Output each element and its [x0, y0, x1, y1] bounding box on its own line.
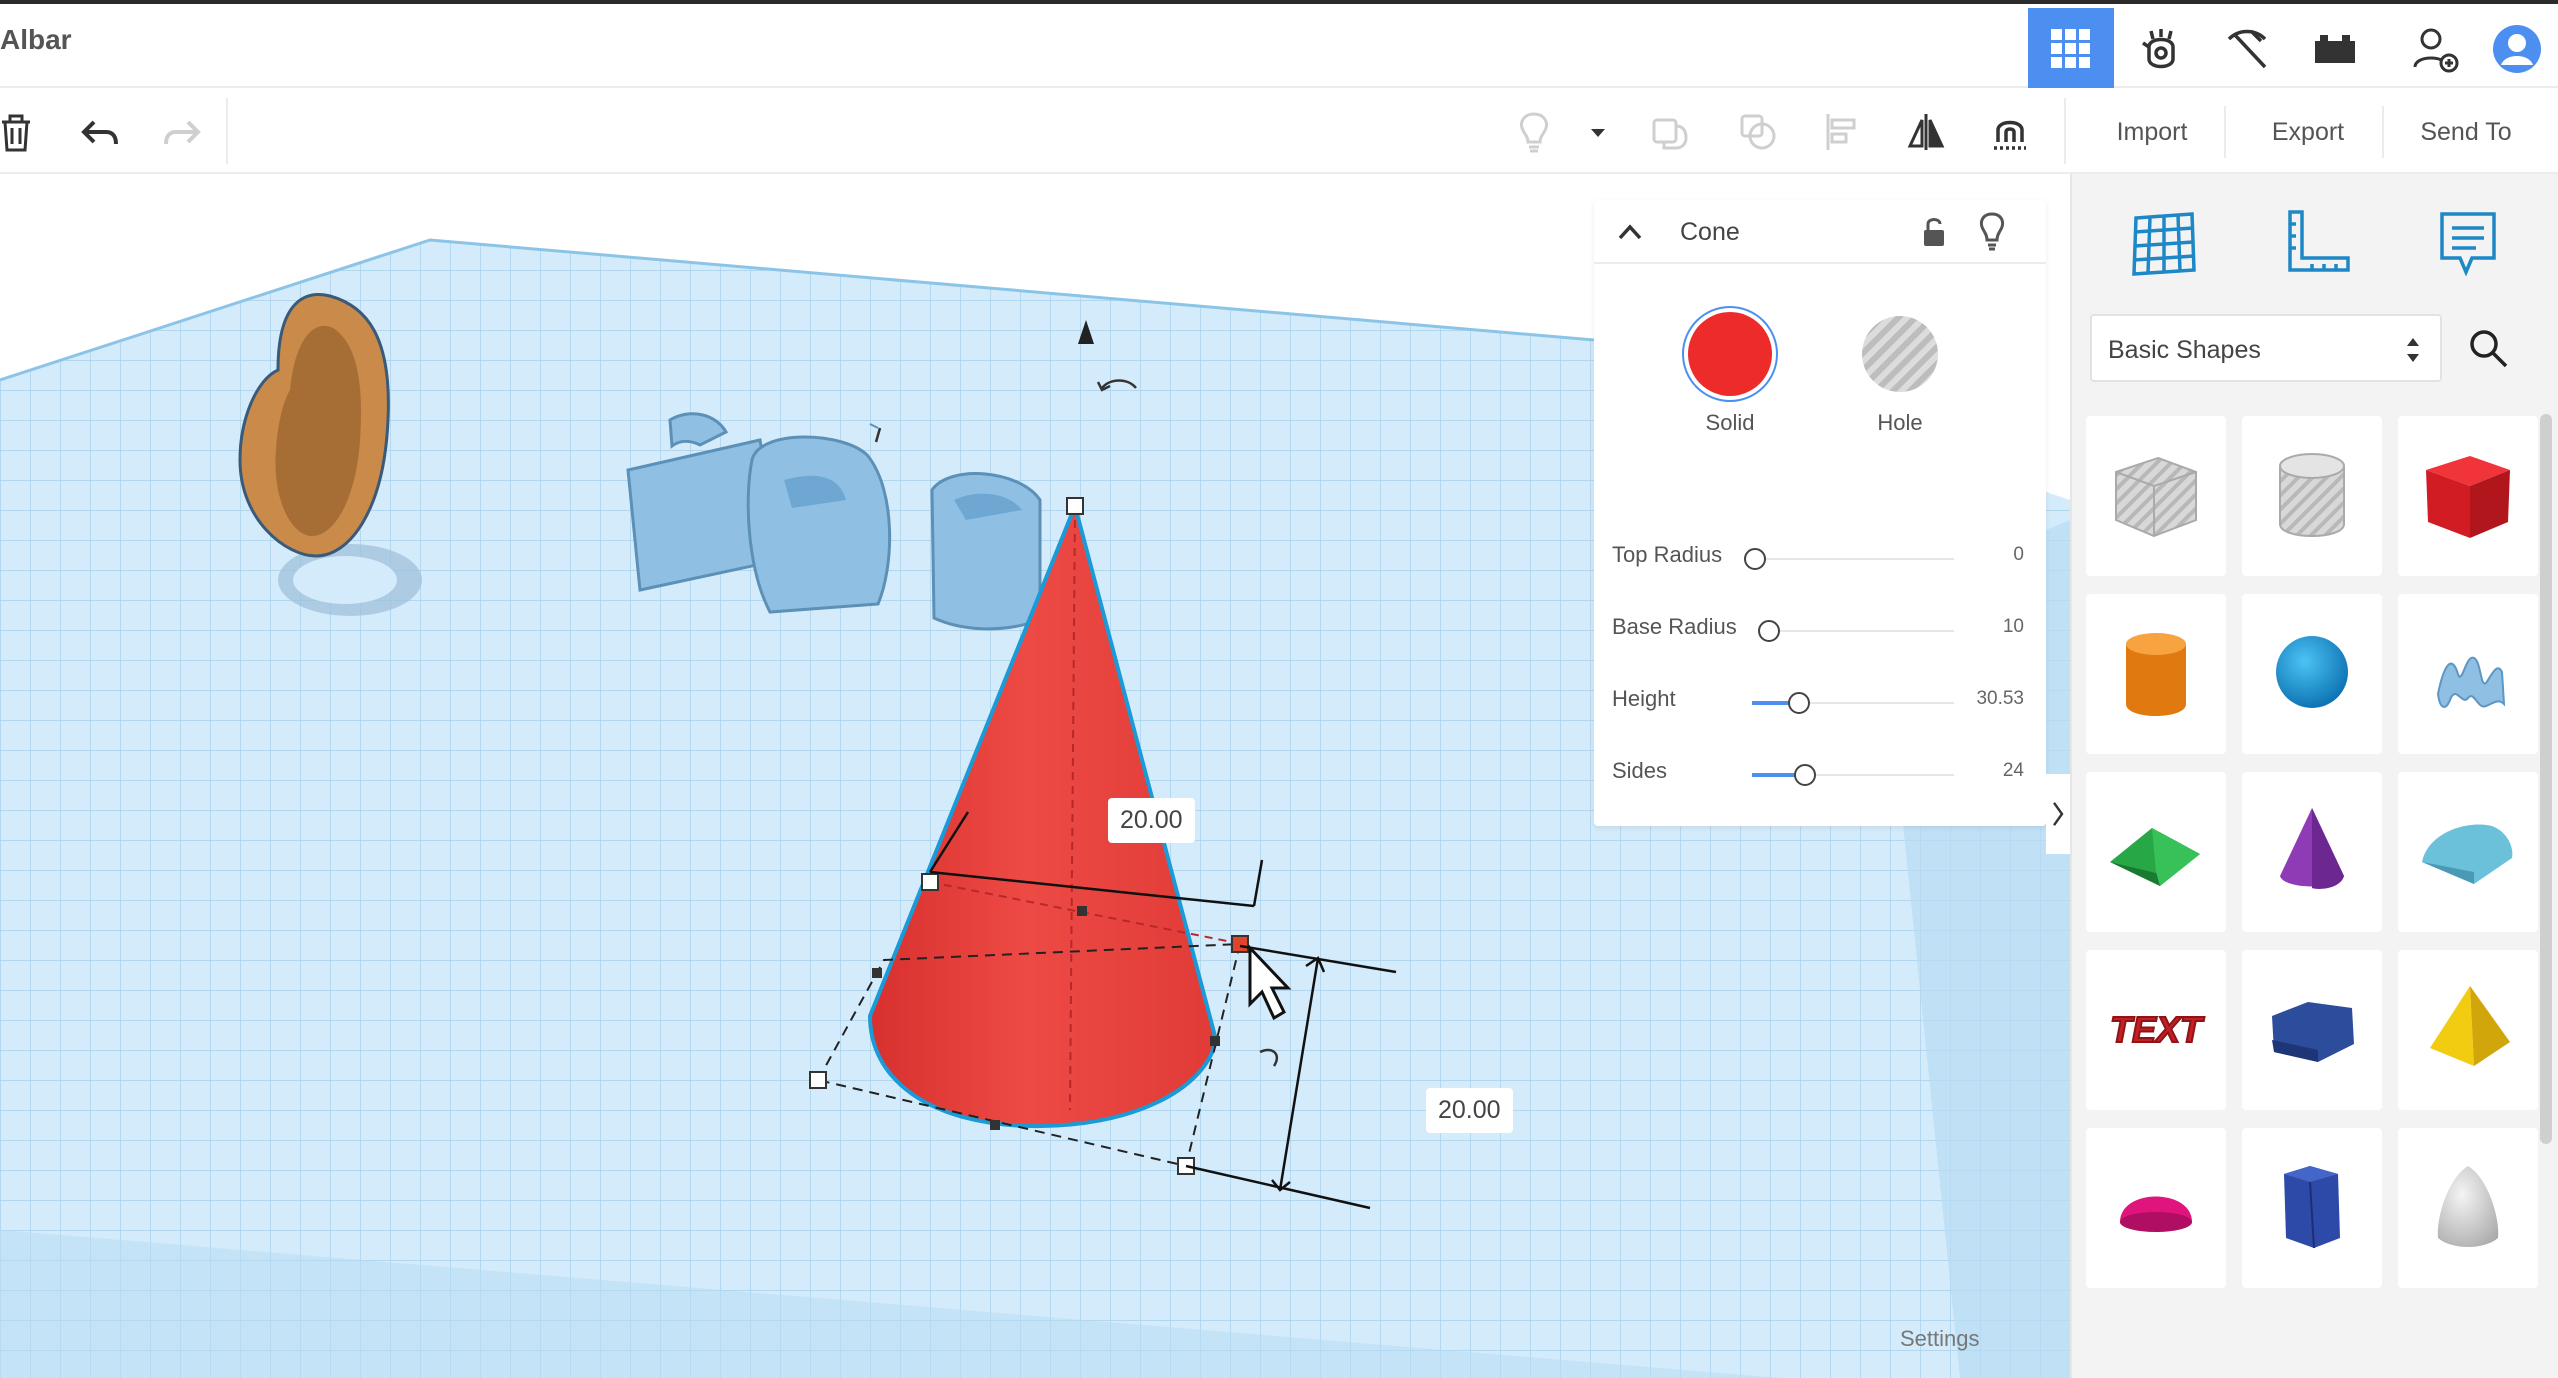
- shapes-panel: Basic Shapes TEXT: [2070, 174, 2558, 1378]
- sides-slider[interactable]: [1794, 764, 1816, 786]
- top-radius-value[interactable]: 0: [2013, 544, 2024, 566]
- base-radius-slider[interactable]: [1758, 620, 1780, 642]
- text-shape[interactable]: TEXT: [2086, 950, 2226, 1110]
- base-radius-row: Base Radius 10: [1612, 608, 2024, 648]
- sort-caret-icon: [2407, 338, 2419, 362]
- cylinder-hole-shape[interactable]: [2242, 416, 2382, 576]
- inspector-title: Cone: [1680, 218, 1740, 246]
- solid-material-option[interactable]: Solid: [1680, 312, 1780, 436]
- height-handle[interactable]: [1066, 497, 1084, 515]
- panel-collapse-toggle[interactable]: [2046, 774, 2070, 854]
- add-user-icon[interactable]: [2392, 8, 2478, 90]
- base-radius-label: Base Radius: [1612, 614, 1737, 639]
- center-marker: [1077, 906, 1087, 916]
- shapes-scrollbar[interactable]: [2540, 414, 2552, 1144]
- mirror-icon[interactable]: [1896, 102, 1956, 162]
- svg-text:TEXT: TEXT: [2110, 1009, 2205, 1050]
- user-avatar[interactable]: [2474, 8, 2558, 90]
- search-icon[interactable]: [2456, 316, 2520, 380]
- round-roof-shape[interactable]: [2398, 772, 2538, 932]
- height-slider[interactable]: [1788, 692, 1810, 714]
- cylinder-shape[interactable]: [2086, 594, 2226, 754]
- document-title[interactable]: Albar: [0, 24, 72, 56]
- depth-dimension-label[interactable]: 20.00: [1426, 1088, 1513, 1133]
- redo-icon[interactable]: [152, 102, 212, 162]
- height-row: Height 30.53: [1612, 680, 2024, 720]
- edit-toolbar: Import Export Send To: [0, 88, 2558, 174]
- cone-shape[interactable]: [2242, 772, 2382, 932]
- sides-value[interactable]: 24: [2003, 760, 2024, 782]
- align-icon[interactable]: [1812, 102, 1872, 162]
- toolbar-divider: [226, 98, 228, 164]
- unlock-icon[interactable]: [1914, 212, 1954, 252]
- sides-row: Sides 24: [1612, 752, 2024, 792]
- grid-view-icon[interactable]: [2028, 8, 2114, 90]
- polygon-shape[interactable]: [2242, 950, 2382, 1110]
- inspector-header: Cone: [1594, 200, 2046, 264]
- ruler-tool-icon[interactable]: [2268, 196, 2364, 292]
- top-radius-label: Top Radius: [1612, 542, 1723, 567]
- tinkercad-app: Albar Import Export Send To 20.00 20.00 …: [0, 0, 2558, 1378]
- toolbar-divider: [2224, 106, 2226, 158]
- top-radius-track[interactable]: [1754, 558, 1954, 560]
- paraboloid-shape[interactable]: [2398, 1128, 2538, 1288]
- hole-swatch[interactable]: [1862, 316, 1938, 392]
- base-radius-track[interactable]: [1768, 630, 1954, 632]
- light-bulb-icon[interactable]: [1972, 210, 2012, 252]
- import-button[interactable]: Import: [2082, 106, 2222, 158]
- group-icon[interactable]: [1640, 102, 1700, 162]
- corner-handle[interactable]: [809, 1071, 827, 1089]
- box-hole-shape[interactable]: [2086, 416, 2226, 576]
- shape-inspector: Cone Solid Hole Top Radius 0 Base Radius…: [1594, 200, 2046, 826]
- light-bulb-icon[interactable]: [1504, 102, 1564, 162]
- ungroup-icon[interactable]: [1728, 102, 1788, 162]
- roof-shape[interactable]: [2086, 772, 2226, 932]
- blocks-editor-icon[interactable]: [2118, 8, 2204, 90]
- edge-marker: [1210, 1036, 1220, 1046]
- export-button[interactable]: Export: [2238, 106, 2378, 158]
- scribble-shape[interactable]: [2398, 594, 2538, 754]
- sides-label: Sides: [1612, 758, 1668, 783]
- workplane-tool-icon[interactable]: [2116, 196, 2212, 292]
- half-sphere-shape[interactable]: [2086, 1128, 2226, 1288]
- settings-link[interactable]: Settings: [1900, 1326, 1980, 1352]
- chevron-up-icon[interactable]: [1612, 214, 1648, 250]
- edge-marker: [872, 968, 882, 978]
- hexagonal-prism-shape[interactable]: [2242, 1128, 2382, 1288]
- chevron-down-icon[interactable]: [1568, 102, 1628, 162]
- hole-material-option[interactable]: Hole: [1850, 312, 1950, 436]
- send-to-button[interactable]: Send To: [2396, 106, 2536, 158]
- shape-category-label: Basic Shapes: [2108, 336, 2261, 364]
- hole-label: Hole: [1877, 410, 1923, 435]
- toolbar-divider: [2382, 106, 2384, 158]
- cruise-magnet-icon[interactable]: [1980, 102, 2040, 162]
- top-radius-slider[interactable]: [1744, 548, 1766, 570]
- toolbar-divider: [2064, 98, 2066, 164]
- pyramid-shape[interactable]: [2398, 950, 2538, 1110]
- solid-swatch[interactable]: [1688, 312, 1772, 396]
- notes-tool-icon[interactable]: [2420, 196, 2516, 292]
- chevron-right-icon[interactable]: [2050, 796, 2066, 832]
- shape-category-select[interactable]: Basic Shapes: [2090, 314, 2442, 382]
- height-value[interactable]: 30.53: [1976, 688, 2024, 710]
- side-handle[interactable]: [921, 873, 939, 891]
- edge-marker: [990, 1120, 1000, 1130]
- pickaxe-icon[interactable]: [2204, 8, 2290, 90]
- sphere-shape[interactable]: [2242, 594, 2382, 754]
- corner-handle-active[interactable]: [1231, 935, 1249, 953]
- width-dimension-label[interactable]: 20.00: [1108, 798, 1195, 843]
- delete-icon[interactable]: [0, 102, 46, 162]
- top-radius-row: Top Radius 0: [1612, 536, 2024, 576]
- base-radius-value[interactable]: 10: [2003, 616, 2024, 638]
- bricks-icon[interactable]: [2292, 8, 2378, 90]
- box-shape[interactable]: [2398, 416, 2538, 576]
- height-label: Height: [1612, 686, 1676, 711]
- solid-label: Solid: [1705, 410, 1755, 435]
- undo-icon[interactable]: [70, 102, 130, 162]
- top-bar: Albar: [0, 0, 2558, 90]
